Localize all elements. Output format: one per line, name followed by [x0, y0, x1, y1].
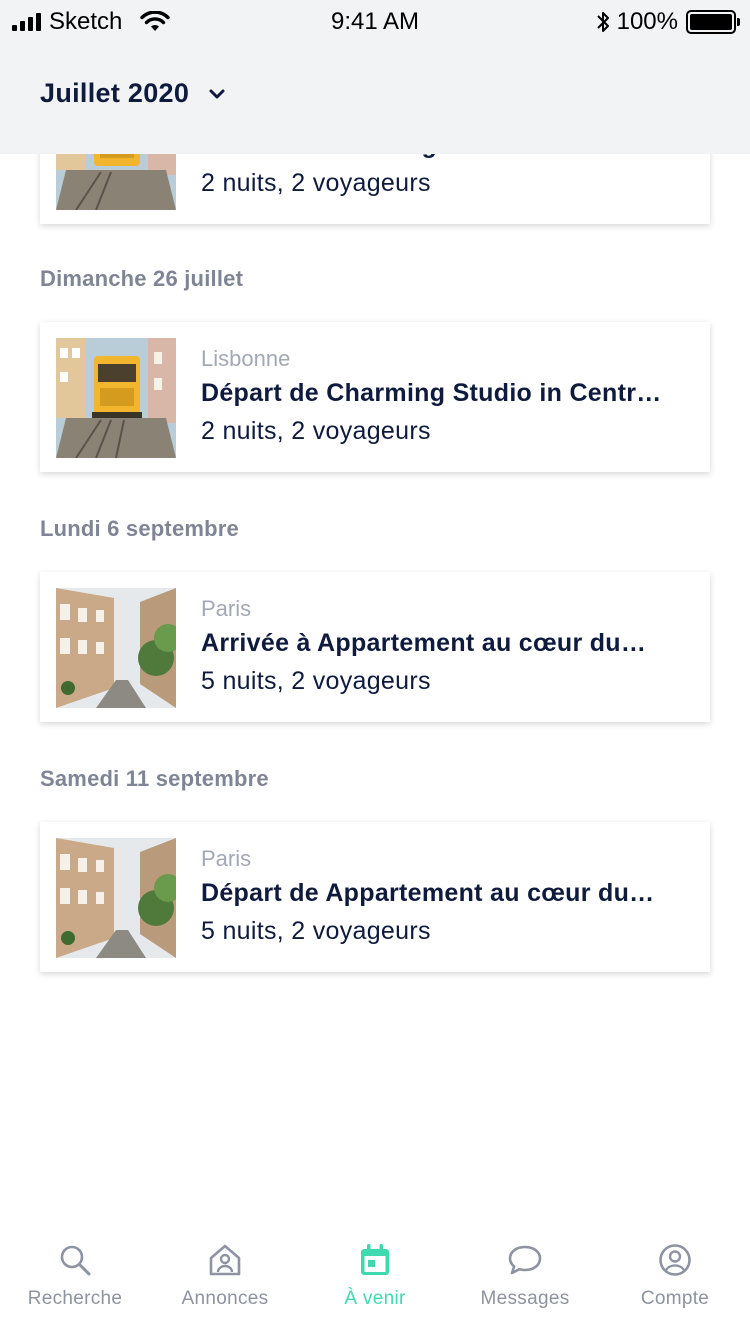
search-icon	[60, 1245, 91, 1276]
reservation-card[interactable]: Paris Arrivée à Appartement au cœur du… …	[40, 572, 710, 722]
tab-label: À venir	[344, 1288, 406, 1309]
card-details: 5 nuits, 2 voyageurs	[201, 667, 431, 695]
status-right: 100%	[595, 8, 740, 36]
tab-a-venir[interactable]: À venir	[300, 1230, 450, 1334]
chevron-down-icon	[209, 89, 225, 98]
battery-icon	[686, 10, 740, 34]
tab-label: Messages	[480, 1288, 570, 1309]
status-bar: Sketch 9:41 AM 100%	[0, 0, 750, 42]
reservations-list[interactable]: Arrivée à Charming Studio in Centr… 2 nu…	[0, 0, 750, 1230]
listing-image-lisbon-tram	[56, 338, 176, 458]
card-text: Paris Départ de Appartement au cœur du… …	[201, 844, 690, 950]
reservation-card[interactable]: Lisbonne Départ de Charming Studio in Ce…	[40, 322, 710, 472]
tab-label: Annonces	[181, 1288, 269, 1309]
bluetooth-icon	[596, 12, 609, 32]
card-title: Arrivée à Appartement au cœur du…	[201, 629, 647, 657]
house-icon	[209, 1244, 241, 1276]
card-details: 2 nuits, 2 voyageurs	[201, 169, 431, 197]
tab-annonces[interactable]: Annonces	[150, 1230, 300, 1334]
chat-bubble-icon	[508, 1245, 542, 1275]
card-city: Paris	[201, 596, 252, 621]
date-heading: Lundi 6 septembre	[40, 516, 239, 541]
tab-bar: Recherche Annonces À venir Messages Comp…	[0, 1230, 750, 1334]
tab-label: Compte	[640, 1288, 710, 1309]
card-city: Paris	[201, 846, 252, 871]
tab-recherche[interactable]: Recherche	[0, 1230, 150, 1334]
calendar-icon	[361, 1244, 389, 1275]
card-title: Départ de Charming Studio in Centr…	[201, 379, 662, 407]
battery-percent: 100%	[616, 8, 678, 35]
month-selector[interactable]: Juillet 2020	[40, 78, 225, 109]
card-text: Lisbonne Départ de Charming Studio in Ce…	[201, 344, 690, 450]
card-title: Départ de Appartement au cœur du…	[201, 879, 655, 907]
card-text: Paris Arrivée à Appartement au cœur du… …	[201, 594, 690, 700]
listing-image-paris-street	[56, 838, 176, 958]
tab-label: Recherche	[27, 1288, 123, 1309]
reservation-card[interactable]: Paris Départ de Appartement au cœur du… …	[40, 822, 710, 972]
tab-compte[interactable]: Compte	[600, 1230, 750, 1334]
tab-messages[interactable]: Messages	[450, 1230, 600, 1334]
card-details: 5 nuits, 2 voyageurs	[201, 917, 431, 945]
account-icon	[659, 1244, 691, 1276]
listing-image-paris-street	[56, 588, 176, 708]
card-details: 2 nuits, 2 voyageurs	[201, 417, 431, 445]
month-label: Juillet 2020	[40, 78, 190, 108]
date-heading: Samedi 11 septembre	[40, 766, 269, 791]
date-heading: Dimanche 26 juillet	[40, 266, 244, 291]
header: Juillet 2020	[0, 42, 750, 154]
card-city: Lisbonne	[201, 346, 291, 371]
